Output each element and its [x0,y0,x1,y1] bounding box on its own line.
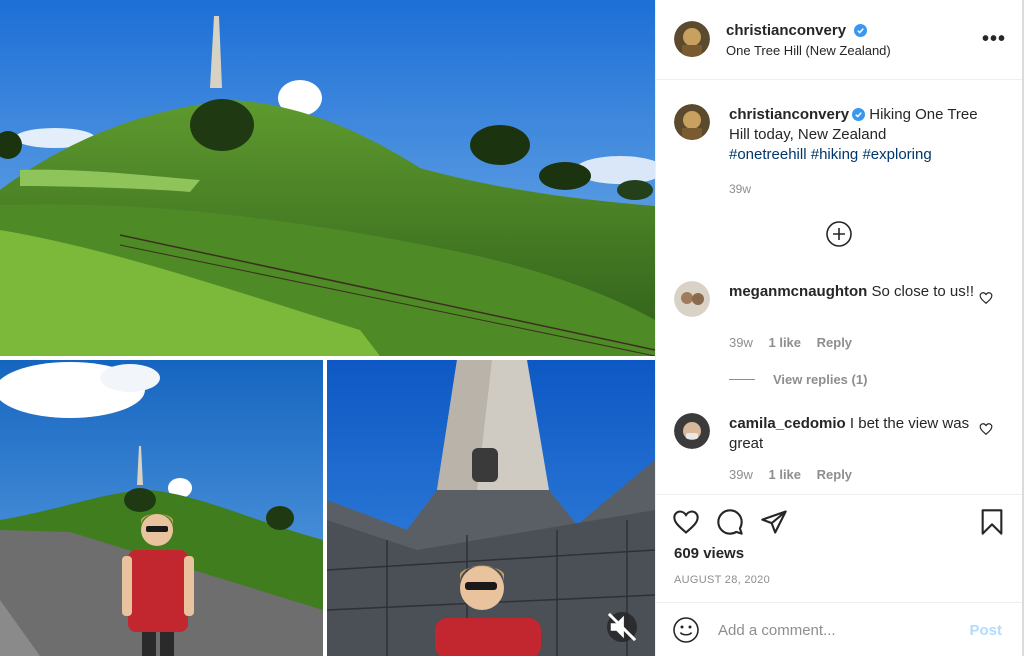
comment-input[interactable] [718,617,958,643]
commenter-avatar[interactable] [674,281,710,317]
comment-meta: 39w 1 like Reply [729,467,864,482]
photo-obelisk-monument [327,360,655,656]
emoji-icon[interactable] [672,616,700,644]
post-date[interactable]: AUGUST 28, 2020 [674,574,770,586]
hashtag-exploring[interactable]: #exploring [862,146,931,163]
post-caption: christianconvery Hiking One Tree Hill to… [729,105,994,199]
view-count[interactable]: 609 views [674,545,744,562]
comment-username[interactable]: meganmcnaughton [729,283,867,300]
author-username[interactable]: christianconvery [726,22,846,39]
commenter-avatar[interactable] [674,413,710,449]
comment-text: meganmcnaughton So close to us!! [729,282,989,302]
hashtag-onetreehill[interactable]: #onetreehill [729,146,807,163]
post-media[interactable] [0,0,655,656]
comment-username[interactable]: camila_cedomio [729,415,846,432]
bookmark-icon[interactable] [978,508,1006,536]
share-icon[interactable] [760,508,788,536]
more-options-icon[interactable]: ••• [982,28,1006,51]
post-header: christianconvery One Tree Hill (New Zeal… [656,0,1022,80]
photo-boy-on-road [0,360,323,656]
view-replies-label: View replies (1) [773,372,868,387]
verified-badge-icon [853,24,867,37]
comment-meta: 39w 1 like Reply [729,335,864,350]
reply-button[interactable]: Reply [817,335,852,350]
author-avatar[interactable] [674,21,710,57]
add-comment-bar: Post [656,602,1022,656]
like-comment-heart-icon[interactable] [979,291,993,305]
hashtag-hiking[interactable]: #hiking [811,146,859,163]
comment-text: camila_cedomio I bet the view was great [729,414,989,454]
comment-likes-count[interactable]: 1 like [768,467,801,482]
divider-line [729,379,755,380]
mute-toggle-button[interactable] [607,612,637,642]
caption-timestamp[interactable]: 39w [729,179,994,199]
comment-likes-count[interactable]: 1 like [768,335,801,350]
post-actions-bar: 609 views AUGUST 28, 2020 [656,494,1022,602]
load-more-comments-icon[interactable] [825,220,853,248]
comment-icon[interactable] [716,508,744,536]
comment-body: So close to us!! [867,283,975,300]
audio-muted-icon [607,612,637,642]
comment-timestamp[interactable]: 39w [729,467,753,482]
post-side-panel: christianconvery One Tree Hill (New Zeal… [655,0,1024,656]
like-comment-heart-icon[interactable] [979,422,993,436]
verified-badge-icon [852,108,866,121]
comment-timestamp[interactable]: 39w [729,335,753,350]
post-comment-button[interactable]: Post [969,622,1002,639]
view-replies-button[interactable]: View replies (1) [729,372,867,387]
heart-icon[interactable] [672,508,700,536]
post-location[interactable]: One Tree Hill (New Zealand) [726,43,891,58]
caption-author-avatar[interactable] [674,104,710,140]
reply-button[interactable]: Reply [817,467,852,482]
photo-one-tree-hill-landscape [0,0,655,356]
caption-username[interactable]: christianconvery [729,106,849,123]
